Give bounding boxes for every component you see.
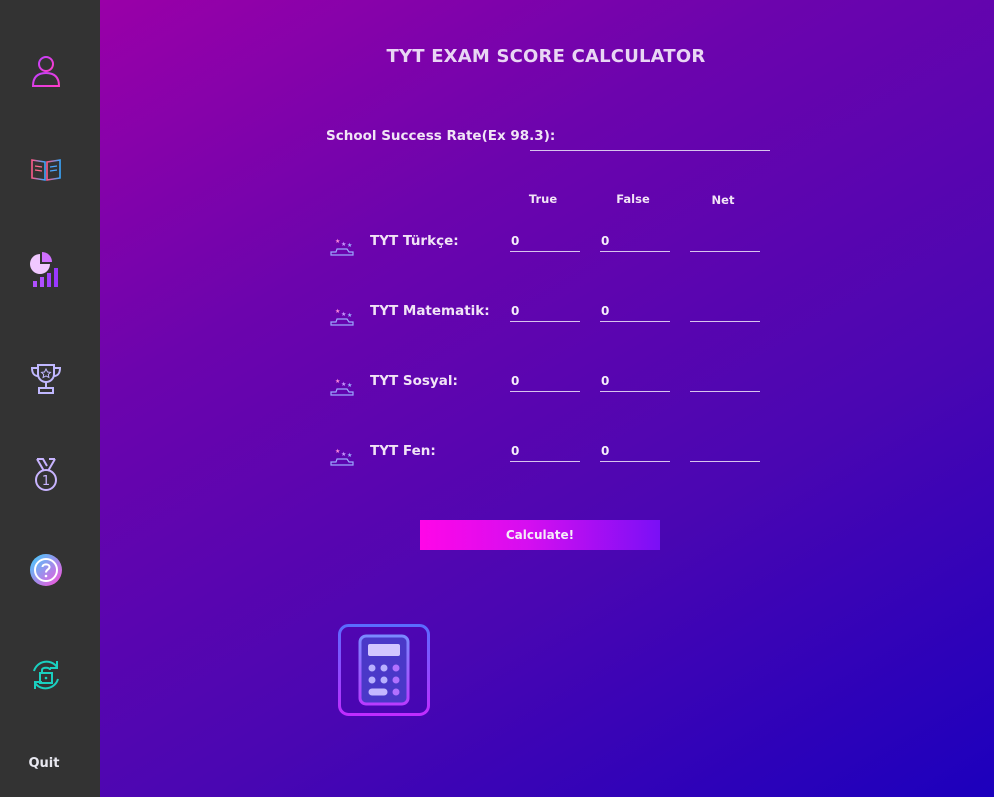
trophy-icon xyxy=(30,364,62,394)
chart-icon xyxy=(30,252,58,287)
svg-text:★: ★ xyxy=(347,452,352,459)
svg-text:★: ★ xyxy=(341,451,346,458)
column-header-false: False xyxy=(616,192,650,206)
sidebar-item-change-password[interactable] xyxy=(25,654,67,696)
user-icon xyxy=(31,56,61,87)
subject-label-sosyal: TYT Sosyal: xyxy=(370,373,458,389)
stars-rising-icon: ★ ★ ★ xyxy=(330,238,354,256)
main-panel: TYT EXAM SCORE CALCULATOR School Success… xyxy=(100,0,994,797)
fen-net-field xyxy=(690,440,760,462)
sosyal-true-input[interactable]: 0 xyxy=(510,370,580,392)
turkce-net-field xyxy=(690,230,760,252)
fen-true-input[interactable]: 0 xyxy=(510,440,580,462)
turkce-false-input[interactable]: 0 xyxy=(600,230,670,252)
sidebar-item-achievements[interactable] xyxy=(25,358,67,400)
stars-rising-icon: ★ ★ ★ xyxy=(330,448,354,466)
sidebar-item-help[interactable] xyxy=(25,549,67,591)
svg-text:★: ★ xyxy=(341,311,346,318)
calculator-icon xyxy=(338,624,430,716)
fen-false-input[interactable]: 0 xyxy=(600,440,670,462)
svg-text:★: ★ xyxy=(347,312,352,319)
turkce-true-input[interactable]: 0 xyxy=(510,230,580,252)
calculate-button[interactable]: Calculate! xyxy=(420,520,660,550)
svg-text:★: ★ xyxy=(347,242,352,249)
subject-label-turkce: TYT Türkçe: xyxy=(370,233,459,249)
svg-text:1: 1 xyxy=(42,474,50,489)
page-title: TYT EXAM SCORE CALCULATOR xyxy=(386,46,706,67)
sosyal-net-field xyxy=(690,370,760,392)
school-rate-input[interactable] xyxy=(530,129,770,151)
sidebar-item-lessons[interactable] xyxy=(25,149,67,191)
lock-refresh-icon xyxy=(33,660,59,690)
sidebar: 1 Quit xyxy=(0,0,100,797)
column-header-true: True xyxy=(528,192,558,206)
help-icon xyxy=(30,554,62,586)
medal-icon: 1 xyxy=(35,458,57,491)
svg-text:★: ★ xyxy=(335,378,340,385)
sosyal-false-input[interactable]: 0 xyxy=(600,370,670,392)
stars-rising-icon: ★ ★ ★ xyxy=(330,308,354,326)
quit-button[interactable]: Quit xyxy=(0,756,88,771)
matematik-true-input[interactable]: 0 xyxy=(510,300,580,322)
school-rate-label: School Success Rate(Ex 98.3): xyxy=(326,128,556,144)
subject-label-fen: TYT Fen: xyxy=(370,443,436,459)
matematik-net-field xyxy=(690,300,760,322)
svg-text:★: ★ xyxy=(341,381,346,388)
book-icon xyxy=(31,159,61,181)
svg-text:★: ★ xyxy=(341,241,346,248)
column-header-net: Net xyxy=(711,193,735,207)
sidebar-item-statistics[interactable] xyxy=(25,249,67,291)
sidebar-item-profile[interactable] xyxy=(25,50,67,92)
svg-text:★: ★ xyxy=(335,308,340,315)
svg-text:★: ★ xyxy=(335,238,340,245)
svg-text:★: ★ xyxy=(347,382,352,389)
stars-rising-icon: ★ ★ ★ xyxy=(330,378,354,396)
svg-text:★: ★ xyxy=(335,448,340,455)
subject-label-matematik: TYT Matematik: xyxy=(370,303,490,319)
matematik-false-input[interactable]: 0 xyxy=(600,300,670,322)
sidebar-item-rankings[interactable]: 1 xyxy=(25,454,67,496)
